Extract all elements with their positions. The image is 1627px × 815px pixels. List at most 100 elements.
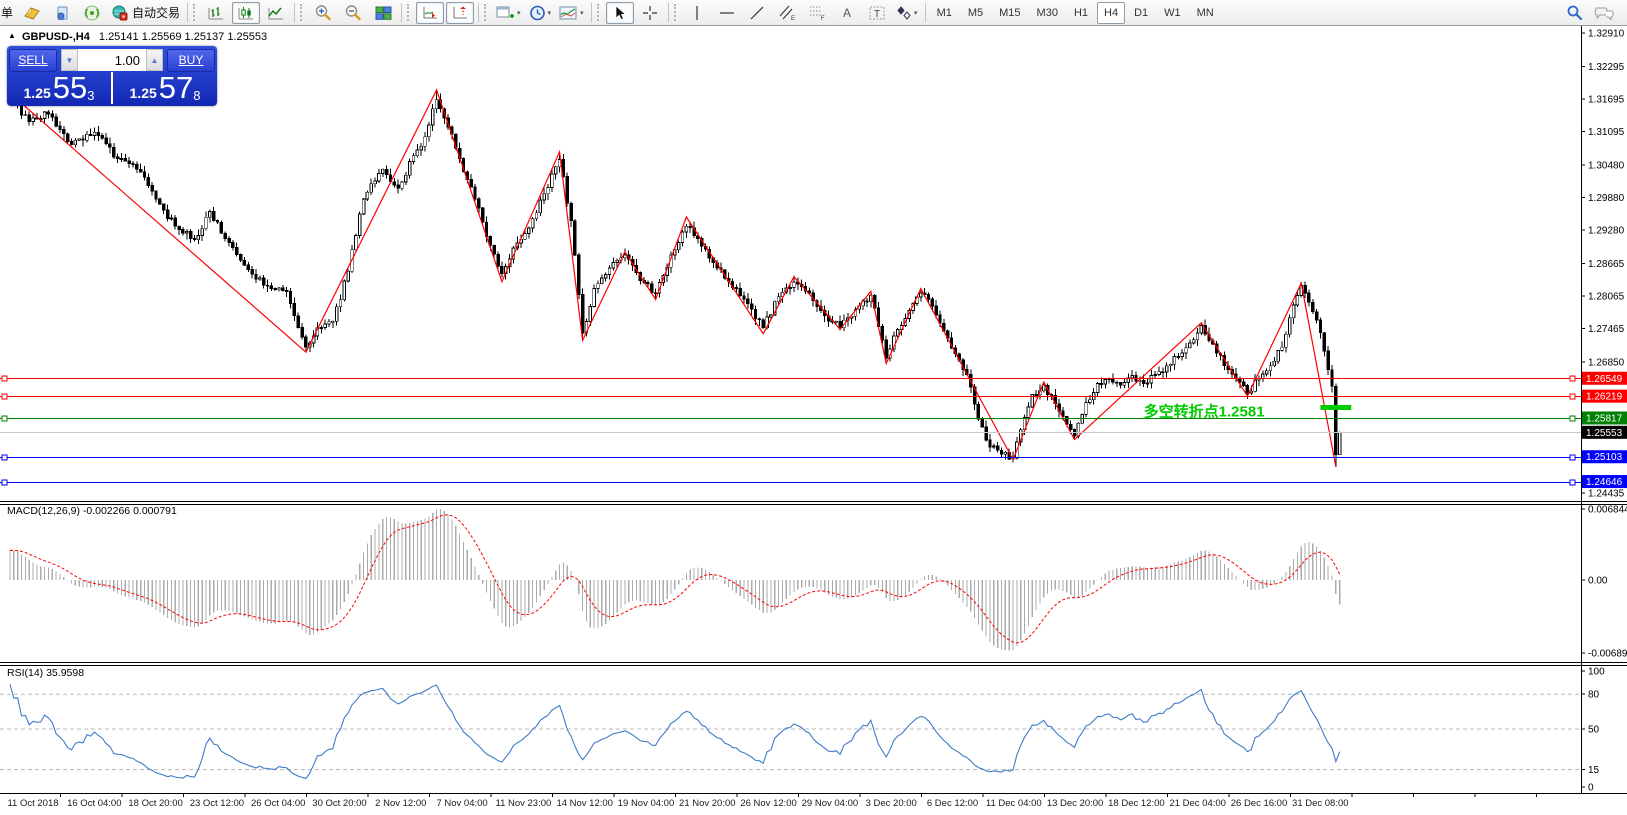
hline-handle[interactable] bbox=[1570, 394, 1575, 399]
chat-button[interactable] bbox=[1590, 2, 1618, 24]
chart-shift-button[interactable] bbox=[446, 2, 474, 24]
price-line-label: 1.26549 bbox=[1586, 374, 1623, 385]
arrows-button[interactable]: ▾ bbox=[893, 2, 921, 24]
hline-handle[interactable] bbox=[1570, 455, 1575, 460]
annotation-text[interactable]: 多空转折点1.2581 bbox=[1144, 402, 1265, 420]
buy-button[interactable]: BUY bbox=[167, 49, 215, 72]
horizontal-line-button[interactable] bbox=[713, 2, 741, 24]
hline-handle[interactable] bbox=[2, 480, 7, 485]
toolbar-grip bbox=[597, 4, 603, 21]
text-label-button[interactable]: T bbox=[863, 2, 891, 24]
price-axis[interactable]: 1.329101.322951.316951.310951.304801.298… bbox=[1581, 29, 1627, 500]
line-chart-icon bbox=[267, 5, 285, 21]
bars-chart-button[interactable] bbox=[202, 2, 230, 24]
text-label-icon: T bbox=[868, 5, 886, 21]
autotrading-icon bbox=[111, 5, 129, 21]
timeframe-M30-button[interactable]: M30 bbox=[1030, 2, 1065, 24]
timeframe-M15-button[interactable]: M15 bbox=[992, 2, 1027, 24]
date-label: 18 Dec 12:00 bbox=[1108, 798, 1165, 809]
timeframe-H4-button[interactable]: H4 bbox=[1097, 2, 1125, 24]
volume-down-button[interactable]: ▼ bbox=[61, 49, 78, 71]
toolbar-separator bbox=[478, 3, 479, 22]
dropdown-arrow-icon[interactable]: ▾ bbox=[548, 9, 552, 17]
buy-price-small: 1.25 bbox=[130, 84, 157, 102]
vertical-line-button[interactable] bbox=[683, 2, 711, 24]
channel-icon: E bbox=[778, 4, 796, 21]
dropdown-arrow-icon[interactable]: ▾ bbox=[580, 9, 584, 17]
autotrading-button[interactable]: 自动交易 bbox=[108, 2, 183, 24]
macd-axis-label: 0.00 bbox=[1588, 576, 1608, 587]
zoom-out-button[interactable] bbox=[339, 2, 367, 24]
toolbar-grip bbox=[193, 4, 199, 21]
rsi-axis-label: 100 bbox=[1588, 667, 1605, 678]
price-tick-label: 1.31695 bbox=[1588, 94, 1625, 105]
toolbar-grip bbox=[300, 4, 306, 21]
date-label: 21 Dec 04:00 bbox=[1169, 798, 1226, 809]
templates-button[interactable]: ▾ bbox=[556, 2, 587, 24]
svg-text:T: T bbox=[874, 9, 880, 20]
chat-icon bbox=[1594, 5, 1614, 21]
price-tick-label: 1.32910 bbox=[1588, 29, 1625, 40]
sell-price[interactable]: 1.25 55 3 bbox=[7, 72, 111, 104]
trendline-button[interactable] bbox=[743, 2, 771, 24]
volume-up-button[interactable]: ▲ bbox=[146, 49, 163, 71]
toolbar-separator bbox=[668, 3, 669, 22]
text-button[interactable]: A bbox=[833, 2, 861, 24]
chart-canvas[interactable]: 多空转折点1.2581 1.329101.322951.316951.310951… bbox=[0, 0, 1627, 815]
dropdown-arrow-icon[interactable]: ▾ bbox=[914, 9, 918, 17]
zoom-in-button[interactable] bbox=[309, 2, 337, 24]
rsi-axis-label: 50 bbox=[1588, 725, 1600, 736]
timeframe-M1-button[interactable]: M1 bbox=[930, 2, 959, 24]
svg-text:E: E bbox=[791, 16, 795, 21]
dropdown-arrow-icon[interactable]: ▾ bbox=[517, 9, 521, 17]
hline-handle[interactable] bbox=[1570, 416, 1575, 421]
date-label: 26 Oct 04:00 bbox=[251, 798, 305, 809]
hline-handle[interactable] bbox=[2, 376, 7, 381]
auto-scroll-button[interactable] bbox=[416, 2, 444, 24]
annotation-marker[interactable] bbox=[1320, 405, 1351, 410]
hline-handle[interactable] bbox=[2, 455, 7, 460]
timeframe-M5-button[interactable]: M5 bbox=[961, 2, 990, 24]
cursor-icon bbox=[613, 5, 627, 21]
macd-indicator-label: MACD(12,26,9) -0.002266 0.000791 bbox=[7, 505, 177, 517]
hline-handle[interactable] bbox=[2, 394, 7, 399]
buy-price[interactable]: 1.25 57 8 bbox=[113, 72, 217, 104]
timeframe-MN-button[interactable]: MN bbox=[1190, 2, 1221, 24]
new-order-partial-label[interactable]: 单 bbox=[1, 4, 13, 21]
tile-windows-button[interactable] bbox=[369, 2, 397, 24]
timeframe-D1-button[interactable]: D1 bbox=[1127, 2, 1155, 24]
tile-windows-icon bbox=[375, 5, 392, 21]
hline-handle[interactable] bbox=[2, 416, 7, 421]
chart-shift-icon bbox=[451, 5, 469, 21]
timeframe-W1-button[interactable]: W1 bbox=[1157, 2, 1188, 24]
buy-price-big: 57 bbox=[159, 74, 193, 102]
new-order-ticket-button[interactable] bbox=[18, 2, 46, 24]
crosshair-button[interactable] bbox=[636, 2, 664, 24]
date-label: 7 Nov 04:00 bbox=[436, 798, 487, 809]
date-label: 18 Oct 20:00 bbox=[128, 798, 182, 809]
hline-handle[interactable] bbox=[1570, 376, 1575, 381]
candles-chart-button[interactable] bbox=[232, 2, 260, 24]
trade-panel-controls: SELL ▼ 1.00 ▲ BUY bbox=[7, 46, 217, 72]
fibonacci-button[interactable]: F bbox=[803, 2, 831, 24]
market-watch-button[interactable] bbox=[48, 2, 76, 24]
signals-button[interactable] bbox=[78, 2, 106, 24]
date-label: 16 Oct 04:00 bbox=[67, 798, 121, 809]
trade-panel-prices: 1.25 55 3 1.25 57 8 bbox=[7, 72, 217, 104]
line-chart-button[interactable] bbox=[262, 2, 290, 24]
price-tick-label: 1.30480 bbox=[1588, 160, 1625, 171]
timeframe-H1-button[interactable]: H1 bbox=[1067, 2, 1095, 24]
sell-button[interactable]: SELL bbox=[9, 49, 57, 72]
cursor-button[interactable] bbox=[606, 2, 634, 24]
channel-button[interactable]: E bbox=[773, 2, 801, 24]
new-chart-button[interactable]: ▾ bbox=[493, 2, 524, 24]
price-line-label: 1.26219 bbox=[1586, 392, 1623, 403]
chevron-up-icon: ▲ bbox=[151, 56, 159, 65]
date-label: 21 Nov 20:00 bbox=[679, 798, 736, 809]
new-chart-icon bbox=[496, 5, 515, 21]
periods-button[interactable]: ▾ bbox=[526, 2, 555, 24]
search-button[interactable] bbox=[1560, 2, 1588, 24]
hline-handle[interactable] bbox=[1570, 480, 1575, 485]
collapse-triangle-icon[interactable]: ▲ bbox=[8, 31, 16, 40]
volume-input[interactable]: 1.00 bbox=[78, 53, 146, 68]
